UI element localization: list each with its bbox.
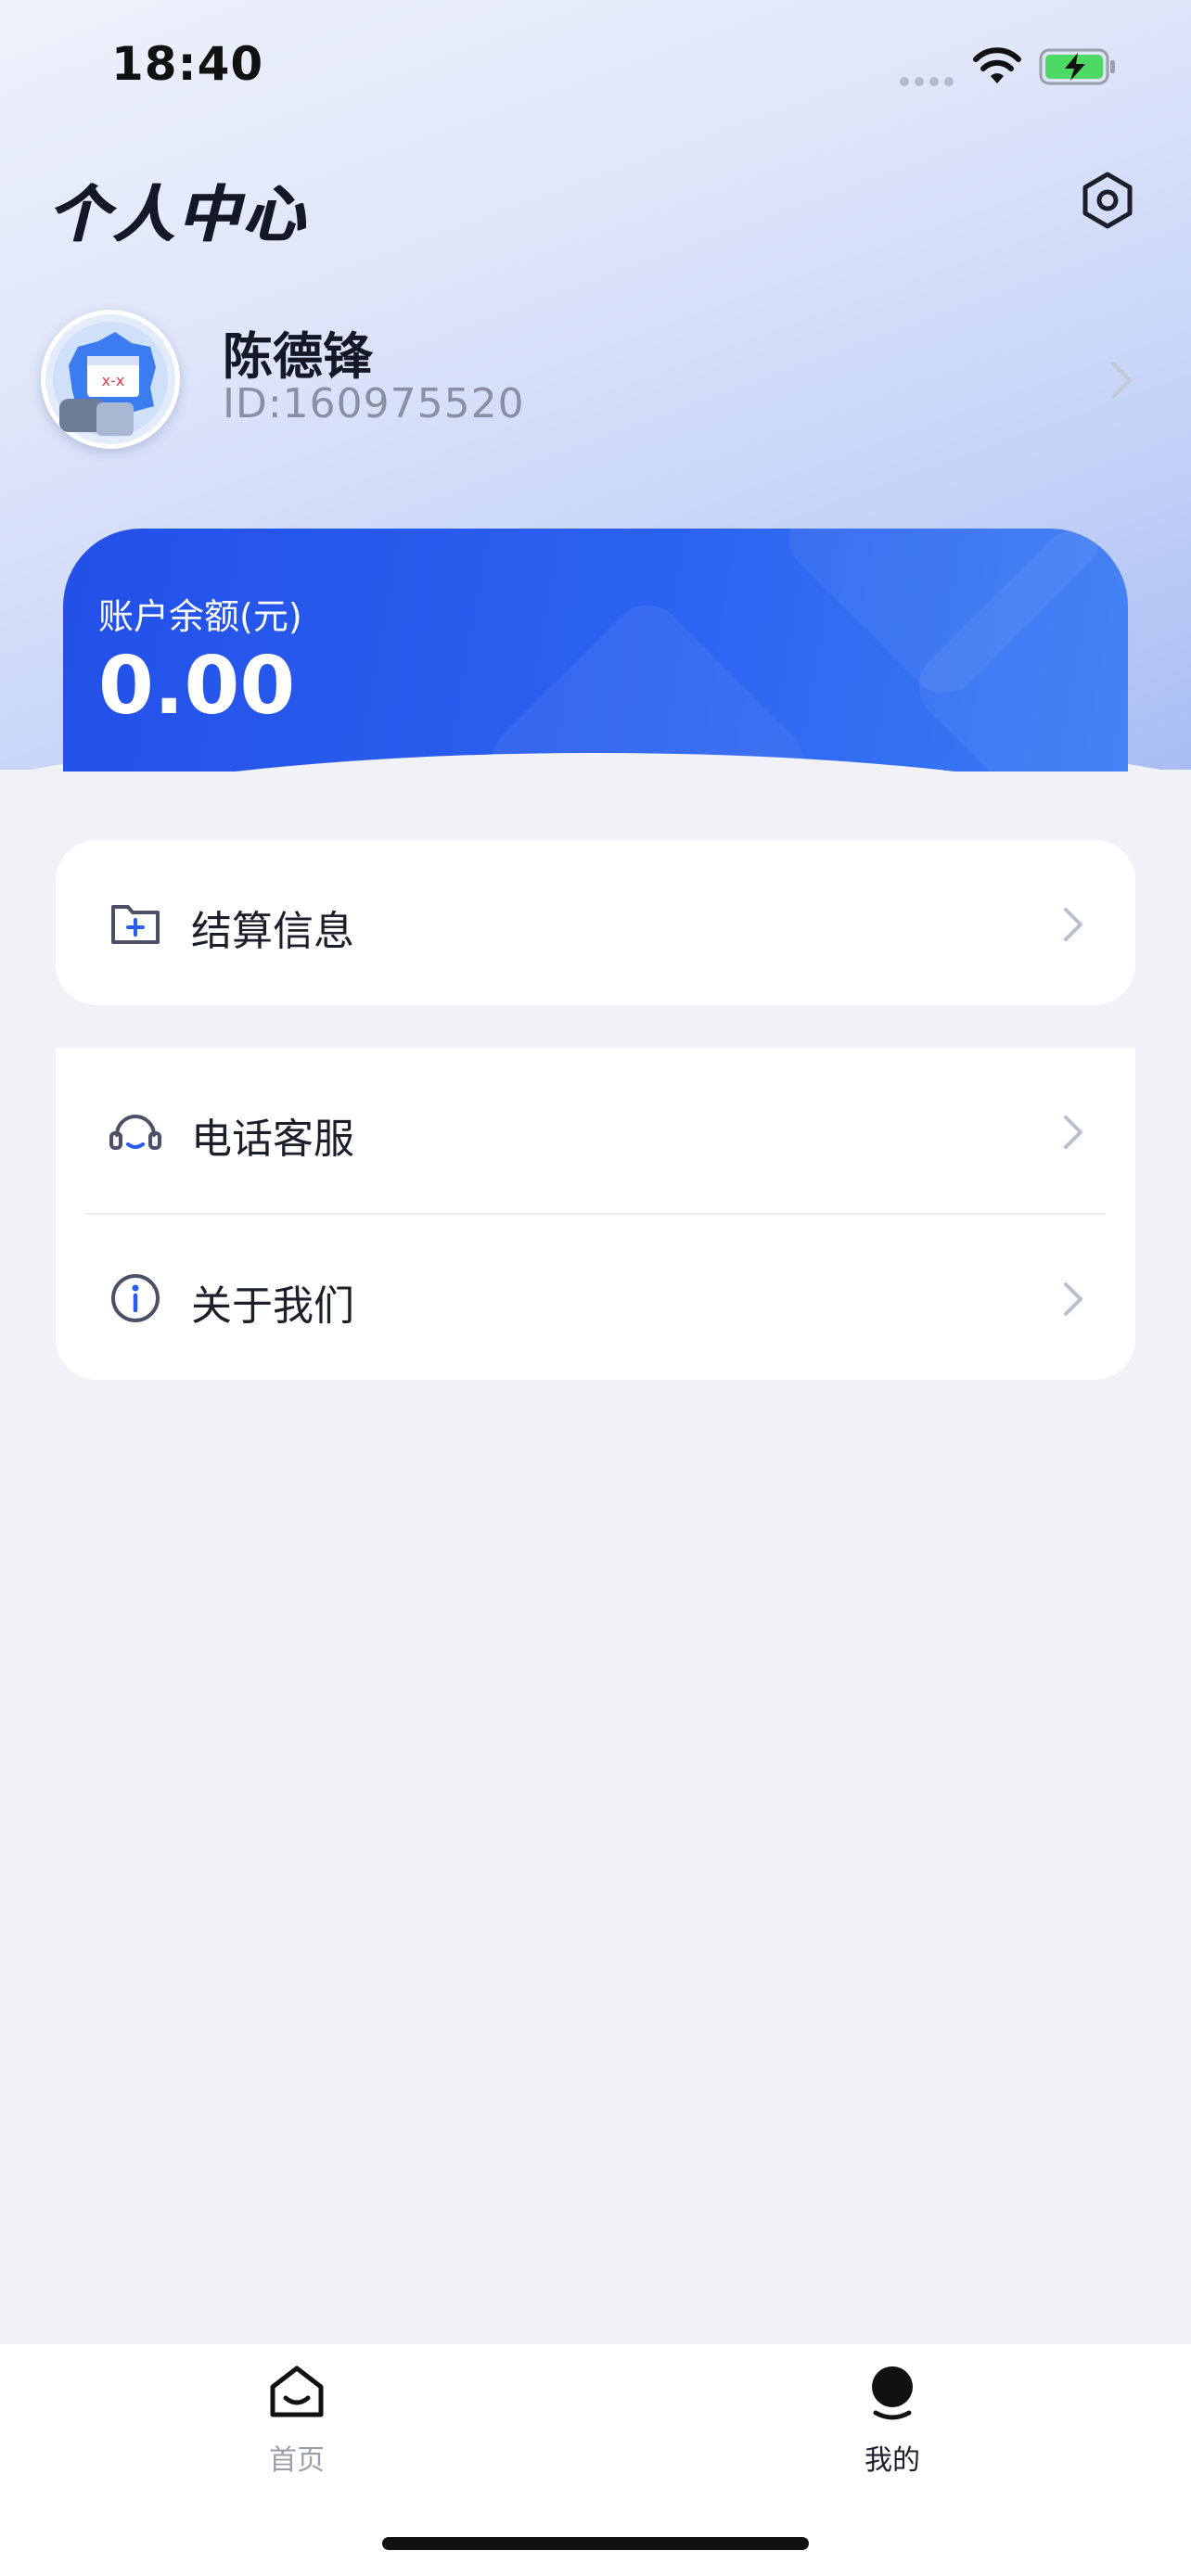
profile-row[interactable]: x-x 陈德锋 ID:160975520: [41, 310, 1154, 449]
menu-label-about: 关于我们: [191, 1282, 354, 1330]
chevron-right-icon: [1064, 908, 1082, 941]
balance-label: 账户余额(元): [98, 596, 302, 637]
wifi-icon: [973, 47, 1021, 83]
status-time: 18:40: [111, 37, 264, 91]
menu-item-about[interactable]: 关于我们: [56, 1215, 1135, 1380]
headset-icon: [109, 1115, 161, 1150]
chevron-right-icon: [1064, 1116, 1082, 1149]
menu-item-settlement[interactable]: 结算信息: [56, 840, 1135, 1005]
info-icon: [111, 1274, 160, 1322]
battery-charging-icon: [1039, 48, 1115, 85]
menu-item-phone-service[interactable]: 电话客服: [56, 1048, 1135, 1215]
avatar[interactable]: x-x: [41, 310, 180, 449]
avatar-illustration: x-x: [45, 314, 175, 444]
tab-label-home: 首页: [269, 2444, 325, 2477]
settings-button[interactable]: [1076, 169, 1139, 232]
home-icon: [270, 2366, 324, 2417]
chevron-right-icon: [1111, 362, 1132, 399]
menu-label-settlement: 结算信息: [191, 908, 354, 955]
menu-label-phone-service: 电话客服: [191, 1116, 354, 1163]
page-title: 个人中心: [48, 179, 308, 250]
svg-text:x-x: x-x: [102, 372, 125, 389]
settlement-card: 结算信息: [56, 840, 1135, 1005]
tab-home[interactable]: 首页: [204, 2344, 390, 2493]
user-icon: [872, 2366, 913, 2420]
home-indicator: [382, 2537, 809, 2550]
chevron-right-icon: [1064, 1282, 1082, 1316]
cellular-signal-icon: [900, 72, 959, 90]
balance-value: 0.00: [98, 640, 296, 733]
tab-label-mine: 我的: [864, 2444, 920, 2477]
user-id: ID:160975520: [223, 380, 525, 427]
settings-hexagon-icon: [1082, 172, 1133, 229]
support-card: 电话客服 关于我们: [56, 1048, 1135, 1380]
balance-card[interactable]: 账户余额(元) 0.00: [63, 529, 1128, 772]
user-name: 陈德锋: [223, 327, 373, 386]
status-bar: 18:40: [0, 0, 1191, 130]
screen: 18:40 个人中心 x-x 陈德锋 ID:160975520 账户余额(元) …: [0, 0, 1191, 2576]
tab-mine[interactable]: 我的: [800, 2344, 985, 2493]
folder-plus-icon: [111, 905, 160, 944]
